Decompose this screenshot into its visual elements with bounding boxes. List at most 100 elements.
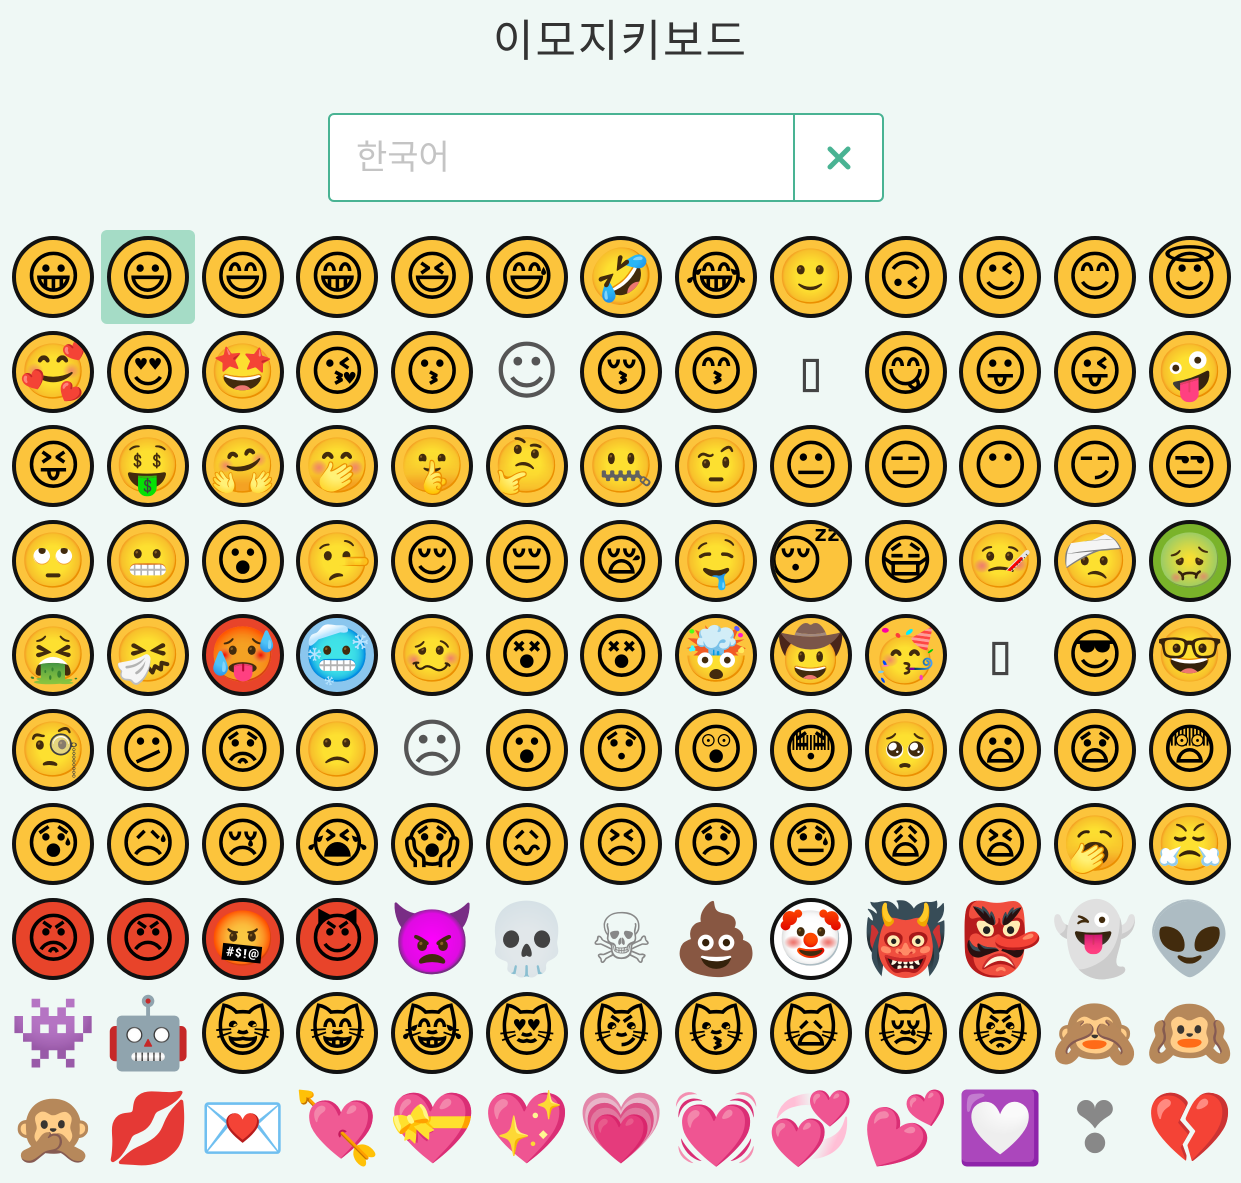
emoji-button[interactable]: ▯ <box>764 325 859 420</box>
emoji-button[interactable]: 😮 <box>479 703 574 798</box>
emoji-button[interactable]: 🤡 <box>764 892 859 987</box>
emoji-button[interactable]: 🤯 <box>669 608 764 703</box>
emoji-button[interactable]: 🤧 <box>101 608 196 703</box>
emoji-button[interactable]: 😿 <box>858 986 953 1081</box>
emoji-button[interactable]: 😅 <box>479 230 574 325</box>
emoji-button[interactable]: 🤢 <box>1142 514 1237 609</box>
emoji-button[interactable]: 😵 <box>574 608 669 703</box>
emoji-button[interactable]: 😤 <box>1142 797 1237 892</box>
emoji-button[interactable]: 💩 <box>669 892 764 987</box>
search-input[interactable] <box>330 115 793 200</box>
emoji-button[interactable]: 🥰 <box>6 325 101 420</box>
emoji-button[interactable]: 💌 <box>195 1081 290 1176</box>
clear-button[interactable] <box>793 115 882 200</box>
emoji-button[interactable]: 🤪 <box>1142 325 1237 420</box>
emoji-button[interactable]: 😱 <box>385 797 480 892</box>
emoji-button[interactable]: 😨 <box>1142 703 1237 798</box>
emoji-button[interactable]: 😣 <box>574 797 669 892</box>
emoji-button[interactable]: 😓 <box>764 797 859 892</box>
emoji-button[interactable]: 💀 <box>479 892 574 987</box>
emoji-button[interactable]: 😚 <box>574 325 669 420</box>
emoji-button[interactable]: 😝 <box>6 419 101 514</box>
emoji-button[interactable]: 🤭 <box>290 419 385 514</box>
emoji-button[interactable]: 💔 <box>1142 1081 1237 1176</box>
emoji-button[interactable]: 😕 <box>101 703 196 798</box>
emoji-button[interactable]: 🙁 <box>290 703 385 798</box>
emoji-button[interactable]: 😔 <box>479 514 574 609</box>
emoji-button[interactable]: 😯 <box>574 703 669 798</box>
emoji-button[interactable]: 💞 <box>764 1081 859 1176</box>
emoji-button[interactable]: 😘 <box>290 325 385 420</box>
emoji-button[interactable]: ☠ <box>574 892 669 987</box>
emoji-button[interactable]: 😟 <box>195 703 290 798</box>
emoji-button[interactable]: 🙄 <box>6 514 101 609</box>
emoji-button[interactable]: 💖 <box>479 1081 574 1176</box>
emoji-button[interactable]: 🤖 <box>101 986 196 1081</box>
emoji-button[interactable]: 🙃 <box>858 230 953 325</box>
emoji-button[interactable]: 😂 <box>669 230 764 325</box>
emoji-button[interactable]: 😽 <box>669 986 764 1081</box>
emoji-button[interactable]: 😍 <box>101 325 196 420</box>
emoji-button[interactable]: 👾 <box>6 986 101 1081</box>
emoji-button[interactable]: 💓 <box>669 1081 764 1176</box>
emoji-button[interactable]: 😼 <box>574 986 669 1081</box>
emoji-button[interactable]: 😺 <box>195 986 290 1081</box>
emoji-button[interactable]: 👻 <box>1048 892 1143 987</box>
emoji-button[interactable]: 💝 <box>385 1081 480 1176</box>
emoji-button[interactable]: 😦 <box>953 703 1048 798</box>
emoji-button[interactable]: 😉 <box>953 230 1048 325</box>
emoji-button[interactable]: 😸 <box>290 986 385 1081</box>
emoji-button[interactable]: 😀 <box>6 230 101 325</box>
emoji-button[interactable]: 😩 <box>858 797 953 892</box>
emoji-button[interactable]: 😐 <box>764 419 859 514</box>
emoji-button[interactable]: 💗 <box>574 1081 669 1176</box>
emoji-button[interactable]: 🥳 <box>858 608 953 703</box>
emoji-button[interactable]: 😑 <box>858 419 953 514</box>
emoji-button[interactable]: 🤩 <box>195 325 290 420</box>
emoji-button[interactable]: 🤔 <box>479 419 574 514</box>
emoji-button[interactable]: 😏 <box>1048 419 1143 514</box>
emoji-button[interactable]: 😲 <box>669 703 764 798</box>
emoji-button[interactable]: 😒 <box>1142 419 1237 514</box>
emoji-button[interactable]: 😴 <box>764 514 859 609</box>
emoji-button[interactable]: 🥵 <box>195 608 290 703</box>
emoji-button[interactable]: 🤥 <box>290 514 385 609</box>
emoji-button[interactable]: 🙉 <box>1142 986 1237 1081</box>
emoji-button[interactable]: 🤓 <box>1142 608 1237 703</box>
emoji-button[interactable]: 😶 <box>953 419 1048 514</box>
emoji-button[interactable]: 😞 <box>669 797 764 892</box>
emoji-button[interactable]: 🧐 <box>6 703 101 798</box>
emoji-button[interactable]: 🤕 <box>1048 514 1143 609</box>
emoji-button[interactable]: 🤤 <box>669 514 764 609</box>
emoji-button[interactable]: 🥴 <box>385 608 480 703</box>
emoji-button[interactable]: 😹 <box>385 986 480 1081</box>
emoji-button[interactable]: 😎 <box>1048 608 1143 703</box>
emoji-button[interactable]: 😇 <box>1142 230 1237 325</box>
emoji-button[interactable]: 🙂 <box>764 230 859 325</box>
emoji-button[interactable]: 💟 <box>953 1081 1048 1176</box>
emoji-button[interactable]: 😾 <box>953 986 1048 1081</box>
emoji-button[interactable]: 😠 <box>101 892 196 987</box>
emoji-button[interactable]: 😛 <box>953 325 1048 420</box>
emoji-button[interactable]: 🥱 <box>1048 797 1143 892</box>
emoji-button[interactable]: 😪 <box>574 514 669 609</box>
emoji-button[interactable]: 😮 <box>195 514 290 609</box>
emoji-button[interactable]: 😥 <box>101 797 196 892</box>
emoji-button[interactable]: 🤒 <box>953 514 1048 609</box>
emoji-button[interactable]: 🤫 <box>385 419 480 514</box>
emoji-button[interactable]: 🥶 <box>290 608 385 703</box>
emoji-button[interactable]: 😢 <box>195 797 290 892</box>
emoji-button[interactable]: 🤑 <box>101 419 196 514</box>
emoji-button[interactable]: 😫 <box>953 797 1048 892</box>
emoji-button[interactable]: 😻 <box>479 986 574 1081</box>
emoji-button[interactable]: 🤮 <box>6 608 101 703</box>
emoji-button[interactable]: 🤗 <box>195 419 290 514</box>
emoji-button[interactable]: 🤬 <box>195 892 290 987</box>
emoji-button[interactable]: 💕 <box>858 1081 953 1176</box>
emoji-button[interactable]: 😊 <box>1048 230 1143 325</box>
emoji-button[interactable]: 😜 <box>1048 325 1143 420</box>
emoji-button[interactable]: 😬 <box>101 514 196 609</box>
emoji-button[interactable]: 🙀 <box>764 986 859 1081</box>
emoji-button[interactable]: 🤣 <box>574 230 669 325</box>
emoji-button[interactable]: 👺 <box>953 892 1048 987</box>
